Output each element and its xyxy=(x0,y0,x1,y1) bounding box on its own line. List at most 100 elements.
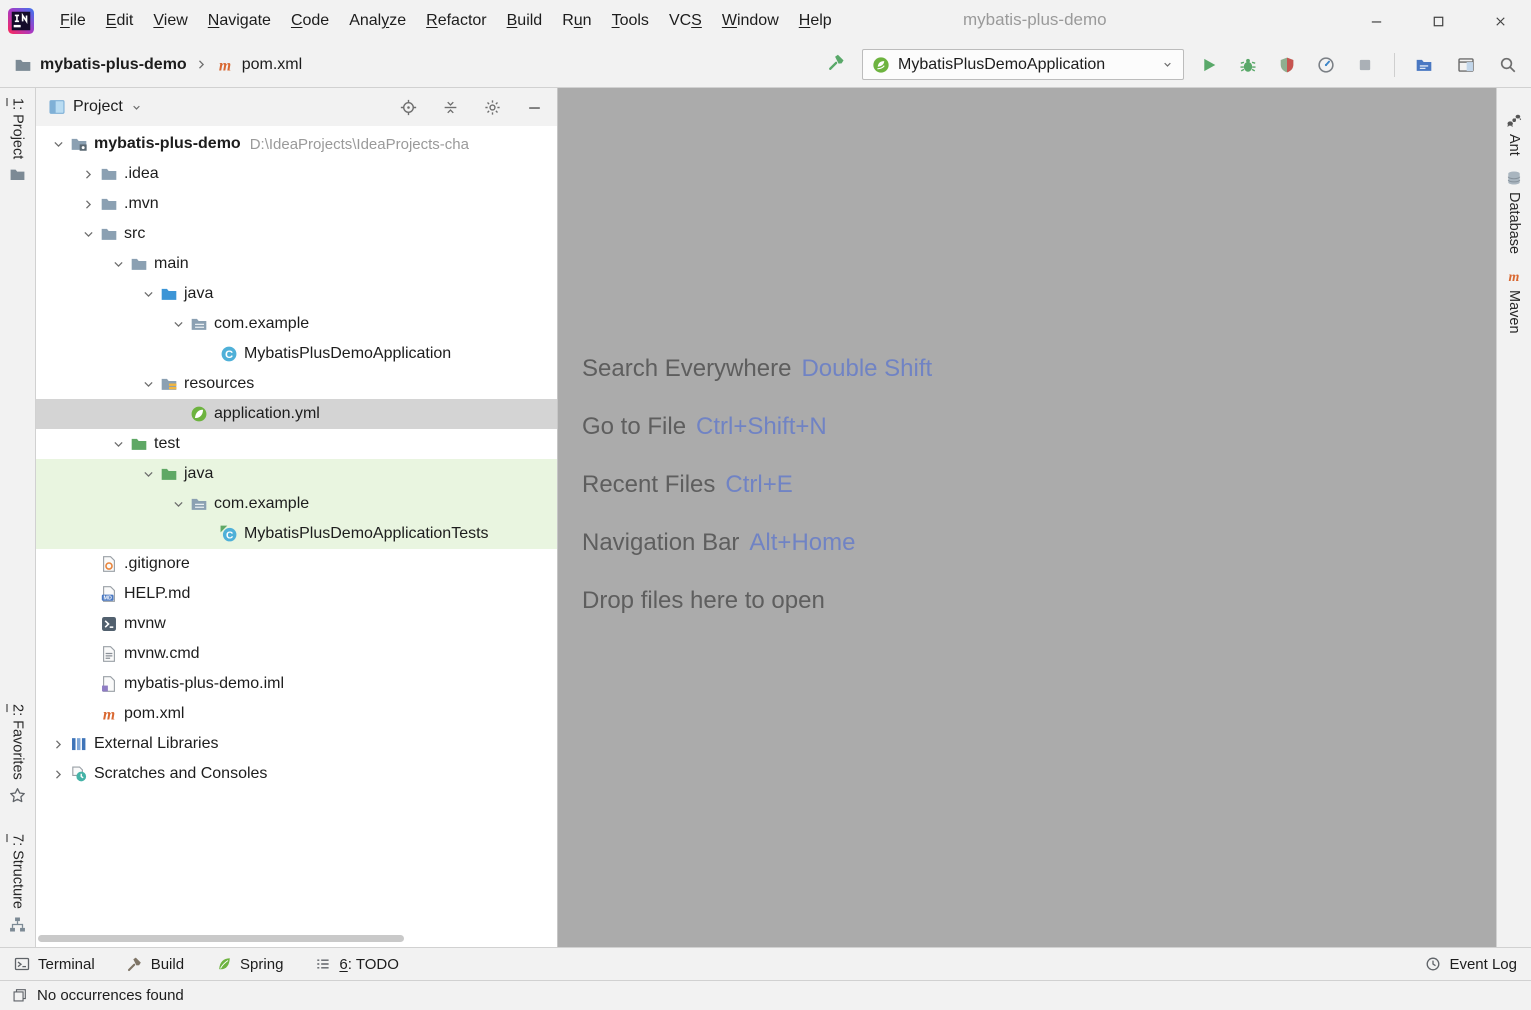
run-with-coverage-button[interactable] xyxy=(1278,56,1296,74)
chevron-right-icon[interactable] xyxy=(46,737,70,752)
chevron-right-icon[interactable] xyxy=(76,197,100,212)
stripe-button-2-favorites[interactable]: 2: Favorites xyxy=(9,704,26,804)
tree-item-mvnw-cmd[interactable]: mvnw.cmd xyxy=(36,639,557,669)
window-title: mybatis-plus-demo xyxy=(963,10,1107,30)
tree-item-mybatis-plus-demo[interactable]: mybatis-plus-demoD:\IdeaProjects\IdeaPro… xyxy=(36,129,557,159)
chevron-down-icon[interactable] xyxy=(106,437,130,452)
minimize-button[interactable] xyxy=(1345,0,1407,42)
tree-item-java[interactable]: java xyxy=(36,279,557,309)
stripe-button-ant[interactable]: Ant xyxy=(1506,112,1522,156)
structure-icon xyxy=(1415,56,1433,74)
mnemonic: N xyxy=(208,12,220,29)
chevron-down-icon[interactable] xyxy=(166,497,190,512)
stop-icon xyxy=(1356,56,1374,74)
menu-navigate[interactable]: Navigate xyxy=(198,7,281,35)
stripe-button-maven[interactable]: mMaven xyxy=(1506,268,1522,334)
menu-refactor[interactable]: Refactor xyxy=(416,7,496,35)
chevron-down-icon[interactable] xyxy=(46,137,70,152)
menu-help[interactable]: Help xyxy=(789,7,842,35)
run-configuration-select[interactable]: MybatisPlusDemoApplication xyxy=(862,49,1184,80)
hide-icon xyxy=(526,99,543,116)
chevron-down-icon[interactable] xyxy=(76,227,100,242)
collapse-all-button[interactable] xyxy=(442,99,459,116)
file-git-icon xyxy=(100,555,118,573)
project-tree: mybatis-plus-demoD:\IdeaProjects\IdeaPro… xyxy=(36,126,557,947)
tree-item-application-yml[interactable]: application.yml xyxy=(36,399,557,429)
menu-vcs[interactable]: VCS xyxy=(659,7,712,35)
tree-item-scratches-and-consoles[interactable]: Scratches and Consoles xyxy=(36,759,557,789)
chevron-right-icon[interactable] xyxy=(76,167,100,182)
tree-item-com-example[interactable]: com.example xyxy=(36,489,557,519)
profiler-button[interactable] xyxy=(1317,56,1335,74)
tree-item-mybatisplusdemoapplicationtests[interactable]: CMybatisPlusDemoApplicationTests xyxy=(36,519,557,549)
tree-item-pom-xml[interactable]: mpom.xml xyxy=(36,699,557,729)
tree-item-java[interactable]: java xyxy=(36,459,557,489)
menu-tools[interactable]: Tools xyxy=(602,7,659,35)
tree-item-label: com.example xyxy=(214,495,309,513)
menu-window[interactable]: Window xyxy=(712,7,789,35)
breadcrumb-file[interactable]: pom.xml xyxy=(242,56,302,74)
stripe-button-label: Database xyxy=(1506,192,1522,254)
tree-item-com-example[interactable]: com.example xyxy=(36,309,557,339)
menu-code[interactable]: Code xyxy=(281,7,339,35)
restore-layout-button[interactable] xyxy=(1457,56,1475,74)
shortcut-hint: Search EverywhereDouble Shift xyxy=(582,340,1496,398)
tree-item-idea[interactable]: .idea xyxy=(36,159,557,189)
tool-tab-terminal[interactable]: Terminal xyxy=(14,956,95,973)
hint-shortcut-keys: Double Shift xyxy=(801,355,932,383)
tree-item-resources[interactable]: resources xyxy=(36,369,557,399)
hide-panel-button[interactable] xyxy=(526,99,543,116)
shortcut-hint: Navigation BarAlt+Home xyxy=(582,514,1496,572)
tree-item-mybatis-plus-demo-iml[interactable]: mybatis-plus-demo.iml xyxy=(36,669,557,699)
close-button[interactable] xyxy=(1469,0,1531,42)
tree-item-mvnw[interactable]: mvnw xyxy=(36,609,557,639)
menu-file[interactable]: File xyxy=(50,7,96,35)
tool-tab-spring[interactable]: Spring xyxy=(216,956,283,973)
tree-item-main[interactable]: main xyxy=(36,249,557,279)
maximize-button[interactable] xyxy=(1407,0,1469,42)
tool-tab-build[interactable]: Build xyxy=(127,956,184,973)
tree-item-label: mvnw.cmd xyxy=(124,645,200,663)
menu-run[interactable]: Run xyxy=(552,7,601,35)
stripe-button-1-project[interactable]: 1: Project xyxy=(9,98,26,183)
chevron-down-icon[interactable] xyxy=(136,287,160,302)
stop-button[interactable] xyxy=(1356,56,1374,74)
project-panel-title[interactable]: Project xyxy=(73,98,123,116)
menu-analyze[interactable]: Analyze xyxy=(339,7,416,35)
hint-action-label: Recent Files xyxy=(582,471,715,499)
tree-item-test[interactable]: test xyxy=(36,429,557,459)
tree-item-mvn[interactable]: .mvn xyxy=(36,189,557,219)
folder-icon xyxy=(130,255,148,273)
menu-view[interactable]: View xyxy=(143,7,197,35)
stripe-button-label: Maven xyxy=(1506,290,1522,334)
panel-settings-button[interactable] xyxy=(484,99,501,116)
chevron-down-icon[interactable] xyxy=(130,101,143,114)
locate-file-button[interactable] xyxy=(400,99,417,116)
build-project-button[interactable] xyxy=(828,53,846,71)
left-tool-stripe: 1: Project 2: Favorites 7: Structure xyxy=(0,88,36,947)
tool-tab-6-todo[interactable]: 6: TODO xyxy=(315,956,398,973)
chevron-down-icon[interactable] xyxy=(136,377,160,392)
search-everywhere-button[interactable] xyxy=(1499,56,1517,74)
chevron-right-icon[interactable] xyxy=(46,767,70,782)
menu-build[interactable]: Build xyxy=(497,7,553,35)
horizontal-scrollbar[interactable] xyxy=(38,935,404,942)
run-button[interactable] xyxy=(1200,56,1218,74)
menu-edit[interactable]: Edit xyxy=(96,7,144,35)
chevron-down-icon[interactable] xyxy=(136,467,160,482)
tree-item-external-libraries[interactable]: External Libraries xyxy=(36,729,557,759)
chevron-spacer xyxy=(196,527,220,542)
mnemonic: W xyxy=(722,12,737,29)
tree-item-src[interactable]: src xyxy=(36,219,557,249)
chevron-down-icon[interactable] xyxy=(166,317,190,332)
chevron-down-icon[interactable] xyxy=(106,257,130,272)
project-structure-button[interactable] xyxy=(1415,56,1433,74)
tree-item-gitignore[interactable]: .gitignore xyxy=(36,549,557,579)
event-log-button[interactable]: Event Log xyxy=(1425,956,1517,973)
stripe-button-database[interactable]: Database xyxy=(1506,170,1522,254)
breadcrumb-project[interactable]: mybatis-plus-demo xyxy=(40,56,187,74)
debug-button[interactable] xyxy=(1239,56,1257,74)
stripe-button-7-structure[interactable]: 7: Structure xyxy=(9,834,26,933)
tree-item-help-md[interactable]: MDHELP.md xyxy=(36,579,557,609)
tree-item-mybatisplusdemoapplication[interactable]: CMybatisPlusDemoApplication xyxy=(36,339,557,369)
